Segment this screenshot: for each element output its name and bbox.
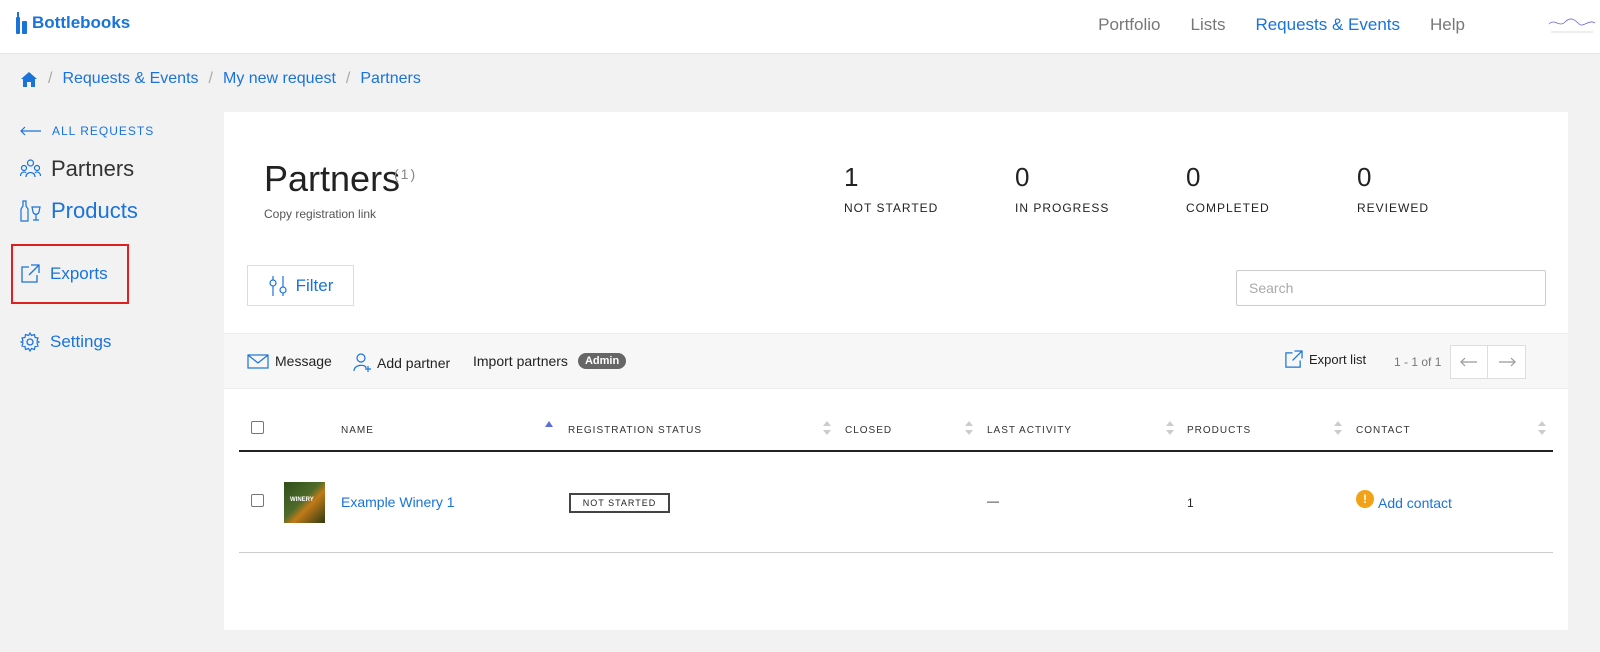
- envelope-icon: [247, 353, 269, 369]
- breadcrumb-separator: /: [208, 70, 213, 87]
- add-contact-link[interactable]: Add contact: [1378, 495, 1452, 511]
- breadcrumb-requests-events[interactable]: Requests & Events: [62, 70, 198, 88]
- previous-page-button[interactable]: [1450, 345, 1488, 379]
- search-input[interactable]: [1236, 270, 1546, 306]
- next-page-button[interactable]: [1488, 345, 1526, 379]
- add-user-icon: [353, 353, 371, 372]
- stat-in-progress: 0 IN PROGRESS: [1015, 162, 1109, 215]
- stat-completed: 0 COMPLETED: [1186, 162, 1270, 215]
- all-requests-link[interactable]: ALL REQUESTS: [20, 124, 154, 138]
- export-list-button[interactable]: Export list: [1284, 350, 1366, 369]
- arrow-right-icon: [1498, 357, 1516, 367]
- stat-label: REVIEWED: [1357, 201, 1430, 215]
- main-panel: Partners (1) Copy registration link 1 NO…: [224, 112, 1568, 630]
- nav-requests-events[interactable]: Requests & Events: [1255, 15, 1400, 35]
- column-closed[interactable]: CLOSED: [845, 425, 892, 436]
- stat-label: IN PROGRESS: [1015, 201, 1110, 215]
- row-checkbox[interactable]: [251, 494, 264, 507]
- nav-help[interactable]: Help: [1430, 15, 1465, 35]
- stat-label: NOT STARTED: [844, 201, 939, 215]
- pagination-controls: [1450, 345, 1526, 379]
- partner-count: (1): [394, 166, 418, 182]
- breadcrumb: / Requests & Events / My new request / P…: [20, 70, 421, 88]
- column-last-activity[interactable]: LAST ACTIVITY: [987, 425, 1072, 436]
- table-row: WINERY Example Winery 1 NOT STARTED — 1 …: [239, 454, 1553, 553]
- sort-icon[interactable]: [1538, 420, 1546, 436]
- sidebar-item-label: Exports: [50, 264, 108, 283]
- arrow-left-icon: [1460, 357, 1477, 367]
- stat-value: 0: [1357, 162, 1372, 192]
- stat-value: 1: [844, 162, 859, 192]
- pagination-text: 1 - 1 of 1: [1394, 355, 1442, 369]
- column-contact[interactable]: CONTACT: [1356, 425, 1411, 436]
- bottle-glass-icon: [20, 200, 41, 222]
- bottle-logo-icon: [16, 12, 27, 34]
- copy-registration-link[interactable]: Copy registration link: [264, 207, 376, 221]
- app-logo[interactable]: Bottlebooks: [16, 12, 130, 34]
- add-partner-label: Add partner: [377, 355, 451, 371]
- stat-reviewed: 0 REVIEWED: [1357, 162, 1429, 215]
- warning-icon: !: [1356, 490, 1374, 508]
- home-icon[interactable]: [20, 71, 38, 88]
- select-all-checkbox[interactable]: [251, 421, 264, 434]
- page-title: Partners: [264, 158, 401, 199]
- gear-icon: [20, 332, 40, 352]
- column-name[interactable]: NAME: [341, 425, 374, 436]
- stat-not-started: 1 NOT STARTED: [844, 162, 938, 215]
- stat-value: 0: [1015, 162, 1030, 192]
- status-badge: NOT STARTED: [569, 493, 670, 513]
- action-bar: Message Add partner Import partners Admi…: [224, 333, 1568, 389]
- external-link-icon: [1285, 350, 1303, 368]
- sort-icon[interactable]: [823, 420, 831, 436]
- breadcrumb-my-new-request[interactable]: My new request: [223, 70, 336, 88]
- partner-name-link[interactable]: Example Winery 1: [341, 494, 455, 510]
- breadcrumb-separator: /: [345, 70, 351, 87]
- external-link-icon: [21, 264, 40, 283]
- message-button[interactable]: Message: [247, 353, 332, 369]
- sort-icon[interactable]: [1334, 420, 1342, 436]
- filter-sliders-icon: [269, 275, 287, 296]
- nav-lists[interactable]: Lists: [1190, 15, 1225, 35]
- sort-ascending-icon[interactable]: [545, 420, 553, 436]
- export-list-label: Export list: [1309, 352, 1367, 367]
- admin-badge: Admin: [577, 353, 627, 369]
- import-partners-label: Import partners: [473, 353, 568, 369]
- message-label: Message: [275, 353, 332, 369]
- top-bar: Bottlebooks Portfolio Lists Requests & E…: [0, 0, 1600, 54]
- user-avatar[interactable]: [1547, 10, 1597, 36]
- breadcrumb-partners[interactable]: Partners: [360, 70, 420, 88]
- sidebar-item-label: Settings: [50, 332, 112, 351]
- sidebar-item-exports[interactable]: Exports: [20, 264, 108, 284]
- products-count-cell: 1: [1187, 496, 1194, 510]
- column-products[interactable]: PRODUCTS: [1187, 425, 1251, 436]
- main-nav: Portfolio Lists Requests & Events Help: [1098, 15, 1465, 35]
- people-icon: [20, 159, 41, 178]
- nav-portfolio[interactable]: Portfolio: [1098, 15, 1160, 35]
- thumbnail-label: WINERY: [290, 497, 314, 503]
- stat-value: 0: [1186, 162, 1201, 192]
- sidebar-item-partners[interactable]: Partners: [20, 156, 134, 182]
- table-header: NAME REGISTRATION STATUS CLOSED LAST ACT…: [239, 408, 1553, 452]
- all-requests-label: ALL REQUESTS: [52, 124, 155, 138]
- stat-label: COMPLETED: [1186, 201, 1270, 215]
- import-partners-button[interactable]: Import partners Admin: [473, 353, 627, 369]
- filter-button[interactable]: Filter: [247, 265, 354, 306]
- last-activity-cell: —: [987, 494, 999, 508]
- column-registration-status[interactable]: REGISTRATION STATUS: [568, 425, 702, 436]
- app-name: Bottlebooks: [32, 13, 131, 32]
- sidebar-item-label: Partners: [51, 156, 135, 181]
- breadcrumb-separator: /: [48, 70, 53, 87]
- arrow-left-icon: [20, 126, 41, 136]
- sort-icon[interactable]: [965, 420, 973, 436]
- sidebar-item-label: Products: [51, 198, 138, 223]
- sidebar-item-settings[interactable]: Settings: [20, 332, 111, 352]
- sort-icon[interactable]: [1166, 420, 1174, 436]
- add-partner-button[interactable]: Add partner: [353, 353, 450, 373]
- sidebar-item-products[interactable]: Products: [20, 198, 138, 224]
- partner-thumbnail: WINERY: [284, 482, 325, 523]
- filter-label: Filter: [295, 275, 334, 295]
